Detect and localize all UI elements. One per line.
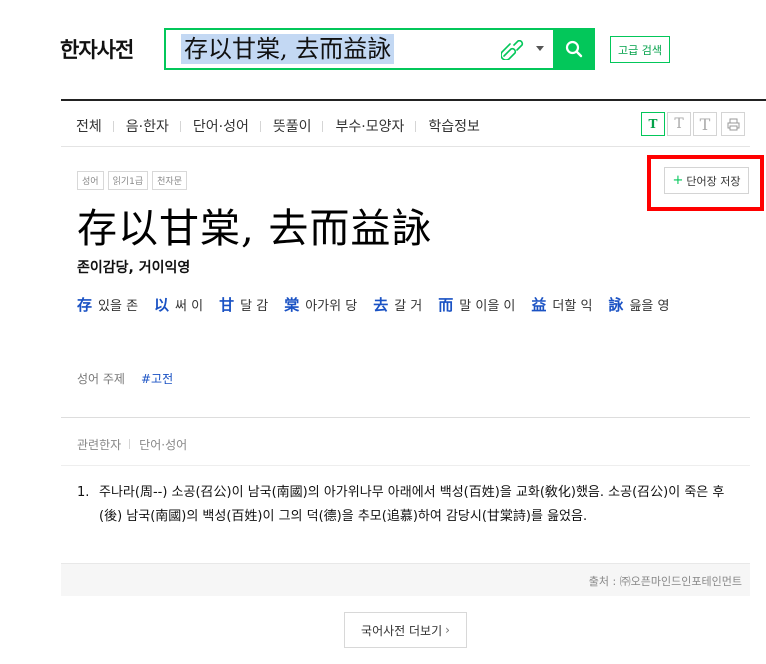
tab-radical[interactable]: 부수·모양자 (335, 116, 417, 136)
more-label: 국어사전 더보기 (361, 623, 443, 638)
char-item: 存 있을 존 (77, 294, 138, 315)
topic-label: 성어 주제 (77, 372, 125, 386)
search-button[interactable] (553, 28, 595, 70)
print-button[interactable] (721, 112, 745, 136)
char-item: 棠 아가위 당 (284, 294, 357, 315)
section-divider (61, 417, 750, 418)
font-large-button[interactable]: T (693, 112, 717, 136)
char-meaning: 더할 익 (552, 299, 593, 314)
char-hanja-link[interactable]: 而 (438, 294, 453, 315)
topic-tag-link[interactable]: #고전 (141, 370, 173, 387)
char-hanja-link[interactable]: 詠 (608, 294, 623, 315)
tab-meaning[interactable]: 뜻풀이 (273, 116, 324, 136)
search-input[interactable]: 存以甘棠, 去而益詠 (181, 34, 395, 64)
char-meaning: 읊을 영 (629, 299, 670, 314)
char-meaning: 아가위 당 (305, 299, 358, 314)
tab-sound-hanja[interactable]: 음·한자 (126, 116, 181, 136)
char-item: 益 더할 익 (531, 294, 592, 315)
header-divider (61, 99, 766, 101)
character-list: 存 있을 존 以 써 이 甘 달 감 棠 아가위 당 去 갈 거 而 말 이을 이 益 더할 … (77, 294, 697, 315)
char-item: 去갈 거 (373, 294, 422, 315)
char-hanja-link[interactable]: 棠 (284, 294, 299, 315)
dictionary-logo[interactable]: 한자사전 (60, 34, 134, 64)
font-size-controls: T T T (641, 112, 745, 136)
handwriting-icon[interactable] (501, 40, 525, 60)
save-label: 단어장 저장 (686, 174, 741, 188)
definition-item: 1. 주나라(周--) 소공(召公)이 남국(南國)의 아가위나무 아래에서 백… (77, 481, 742, 529)
definition-number: 1. (77, 485, 90, 500)
char-item: 甘달 감 (219, 294, 268, 315)
char-item: 而 말 이을 이 (438, 294, 515, 315)
char-hanja-link[interactable]: 以 (154, 294, 169, 315)
char-hanja-link[interactable]: 存 (77, 294, 92, 315)
save-to-wordbook-button[interactable]: + 단어장 저장 (664, 167, 749, 194)
entry-badges: 성어 읽기1급 천자문 (77, 171, 187, 190)
source-text: 출처 : ㈜오픈마인드인포테인먼트 (588, 575, 742, 588)
related-divider (61, 465, 750, 466)
search-icon (565, 40, 583, 58)
char-meaning: 말 이을 이 (459, 299, 516, 314)
char-hanja-link[interactable]: 甘 (219, 294, 234, 315)
definition-text: 주나라(周--) 소공(召公)이 남국(南國)의 아가위나무 아래에서 백성(百… (99, 485, 725, 524)
tab-all[interactable]: 전체 (76, 116, 114, 136)
tab-related-words[interactable]: 단어·성어 (139, 436, 196, 453)
char-item: 詠 읊을 영 (608, 294, 669, 315)
font-small-button[interactable]: T (641, 112, 665, 136)
char-meaning: 달 감 (240, 299, 269, 314)
char-item: 以써 이 (154, 294, 203, 315)
related-tabs: 관련한자 단어·성어 (77, 436, 205, 453)
char-meaning: 써 이 (175, 299, 204, 314)
headword-reading: 존이감당, 거이익영 (77, 260, 191, 276)
search-box: 存以甘棠, 去而益詠 (164, 28, 595, 70)
idiom-topic: 성어 주제 #고전 (77, 370, 173, 387)
tab-related-hanja[interactable]: 관련한자 (77, 436, 131, 453)
headword: 存以甘棠, 去而益詠 (77, 206, 433, 252)
char-meaning: 갈 거 (394, 299, 423, 314)
advanced-search-button[interactable]: 고급 검색 (610, 36, 670, 63)
print-icon (727, 118, 739, 130)
chevron-right-icon: › (445, 623, 450, 637)
plus-icon: + (672, 173, 684, 188)
badge-thousand-chars: 천자문 (152, 171, 187, 190)
tab-study-info[interactable]: 학습정보 (428, 116, 492, 136)
font-medium-button[interactable]: T (667, 112, 691, 136)
category-tabs: 전체 음·한자 단어·성어 뜻풀이 부수·모양자 학습정보 (76, 116, 504, 136)
more-dictionary-button[interactable]: 국어사전 더보기 › (344, 612, 467, 648)
tabs-divider (61, 146, 750, 147)
dropdown-caret-icon[interactable] (536, 46, 544, 51)
source-bar: 출처 : ㈜오픈마인드인포테인먼트 (61, 563, 750, 596)
char-hanja-link[interactable]: 去 (373, 294, 388, 315)
char-meaning: 있을 존 (98, 299, 139, 314)
tab-word-idiom[interactable]: 단어·성어 (193, 116, 261, 136)
badge-reading-level: 읽기1급 (107, 171, 149, 190)
badge-idiom: 성어 (77, 171, 104, 190)
char-hanja-link[interactable]: 益 (531, 294, 546, 315)
